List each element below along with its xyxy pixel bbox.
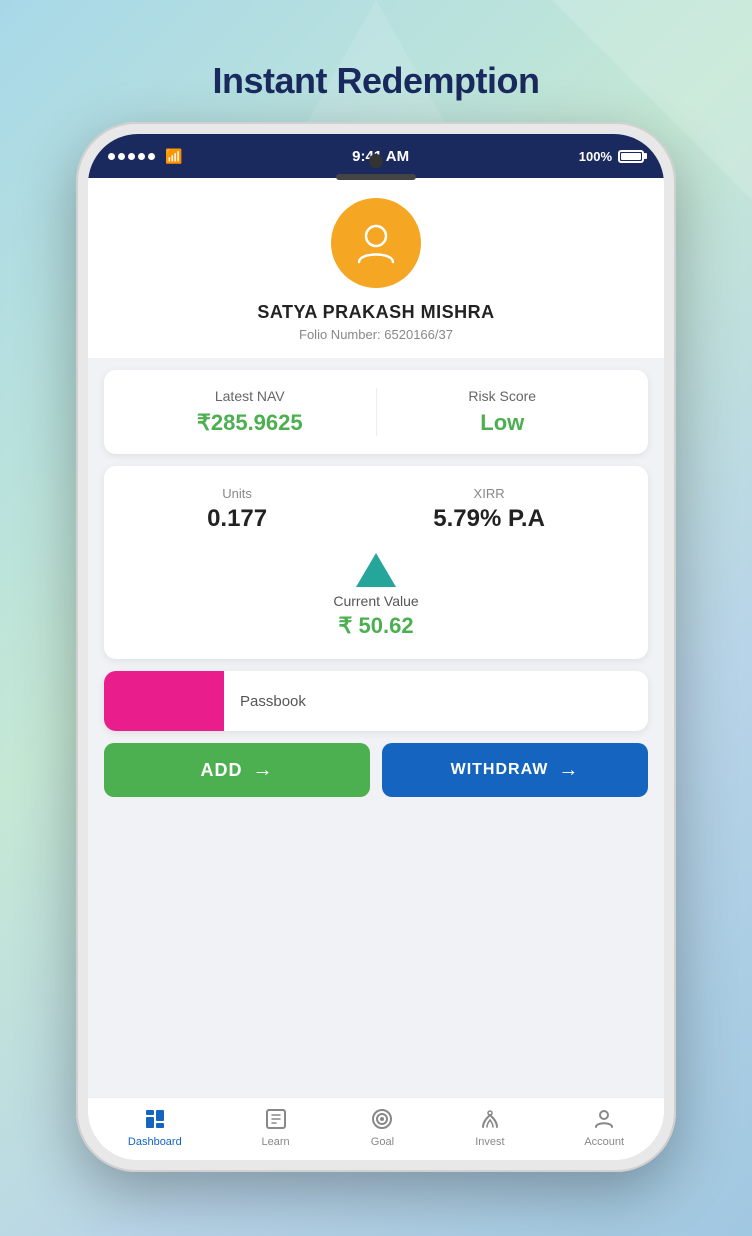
units-label: Units xyxy=(222,486,252,501)
battery-fill xyxy=(621,153,641,160)
phone-frame: 📶 9:41 AM 100% SATYA PRAKASH M xyxy=(76,122,676,1172)
withdraw-arrow-icon: → xyxy=(558,759,579,782)
signal-dots xyxy=(108,153,155,160)
units-value: 0.177 xyxy=(207,505,267,533)
sidebar-item-learn[interactable]: Learn xyxy=(262,1106,290,1148)
nav-risk-card: Latest NAV ₹285.9625 Risk Score Low xyxy=(104,370,648,454)
page-title: Instant Redemption xyxy=(212,60,539,102)
battery-percentage: 100% xyxy=(579,149,612,164)
signal-dot-3 xyxy=(128,153,135,160)
add-arrow-icon: → xyxy=(253,759,274,782)
avatar xyxy=(331,198,421,288)
bottom-nav: Dashboard Learn xyxy=(88,1097,664,1160)
risk-label: Risk Score xyxy=(468,388,536,404)
passbook-label: Passbook xyxy=(224,693,306,710)
account-icon xyxy=(591,1106,617,1132)
phone-inner: 📶 9:41 AM 100% SATYA PRAKASH M xyxy=(88,134,664,1160)
signal-dot-5 xyxy=(148,153,155,160)
metrics-row: Units 0.177 XIRR 5.79% P.A xyxy=(124,486,628,533)
add-button-label: ADD xyxy=(201,760,243,781)
invest-icon xyxy=(477,1106,503,1132)
avatar-icon xyxy=(351,218,401,268)
dashboard-nav-label: Dashboard xyxy=(128,1136,182,1148)
phone-camera xyxy=(369,154,383,168)
passbook-section[interactable]: Passbook xyxy=(104,671,648,731)
current-value-label: Current Value xyxy=(333,593,418,609)
action-buttons: ADD → WITHDRAW → xyxy=(104,743,648,797)
goal-icon xyxy=(369,1106,395,1132)
user-name: SATYA PRAKASH MISHRA xyxy=(257,302,494,323)
account-nav-label: Account xyxy=(584,1136,624,1148)
nav-value: ₹285.9625 xyxy=(197,410,303,436)
current-value-amount: ₹ 50.62 xyxy=(338,613,413,639)
learn-nav-label: Learn xyxy=(262,1136,290,1148)
app-content: SATYA PRAKASH MISHRA Folio Number: 65201… xyxy=(88,178,664,1097)
metrics-card: Units 0.177 XIRR 5.79% P.A Current Value… xyxy=(104,466,648,659)
goal-nav-label: Goal xyxy=(371,1136,394,1148)
dashboard-icon xyxy=(142,1106,168,1132)
xirr-value: 5.79% P.A xyxy=(433,505,545,533)
sidebar-item-invest[interactable]: Invest xyxy=(475,1106,504,1148)
add-button[interactable]: ADD → xyxy=(104,743,370,797)
passbook-tab[interactable] xyxy=(104,671,224,731)
withdraw-button[interactable]: WITHDRAW → xyxy=(382,743,648,797)
phone-top xyxy=(336,154,416,180)
current-value-section: Current Value ₹ 50.62 xyxy=(124,553,628,639)
battery-icon xyxy=(618,150,644,163)
learn-icon xyxy=(263,1106,289,1132)
phone-speaker xyxy=(336,174,416,180)
folio-number: Folio Number: 6520166/37 xyxy=(299,327,453,342)
latest-nav-item: Latest NAV ₹285.9625 xyxy=(124,388,377,436)
sidebar-item-account[interactable]: Account xyxy=(584,1106,624,1148)
xirr-item: XIRR 5.79% P.A xyxy=(433,486,545,533)
wifi-icon: 📶 xyxy=(165,148,182,165)
sidebar-item-dashboard[interactable]: Dashboard xyxy=(128,1106,182,1148)
withdraw-button-label: WITHDRAW xyxy=(451,761,549,779)
signal-dot-2 xyxy=(118,153,125,160)
signal-dot-4 xyxy=(138,153,145,160)
risk-score-item: Risk Score Low xyxy=(377,388,629,436)
profile-section: SATYA PRAKASH MISHRA Folio Number: 65201… xyxy=(88,178,664,358)
status-left: 📶 xyxy=(108,148,182,165)
signal-dot-1 xyxy=(108,153,115,160)
invest-nav-label: Invest xyxy=(475,1136,504,1148)
units-item: Units 0.177 xyxy=(207,486,267,533)
nav-label: Latest NAV xyxy=(215,388,285,404)
xirr-label: XIRR xyxy=(474,486,505,501)
upward-triangle-icon xyxy=(356,553,396,587)
risk-value: Low xyxy=(480,410,524,436)
nav-risk-row: Latest NAV ₹285.9625 Risk Score Low xyxy=(124,388,628,436)
sidebar-item-goal[interactable]: Goal xyxy=(369,1106,395,1148)
status-right: 100% xyxy=(579,149,644,164)
